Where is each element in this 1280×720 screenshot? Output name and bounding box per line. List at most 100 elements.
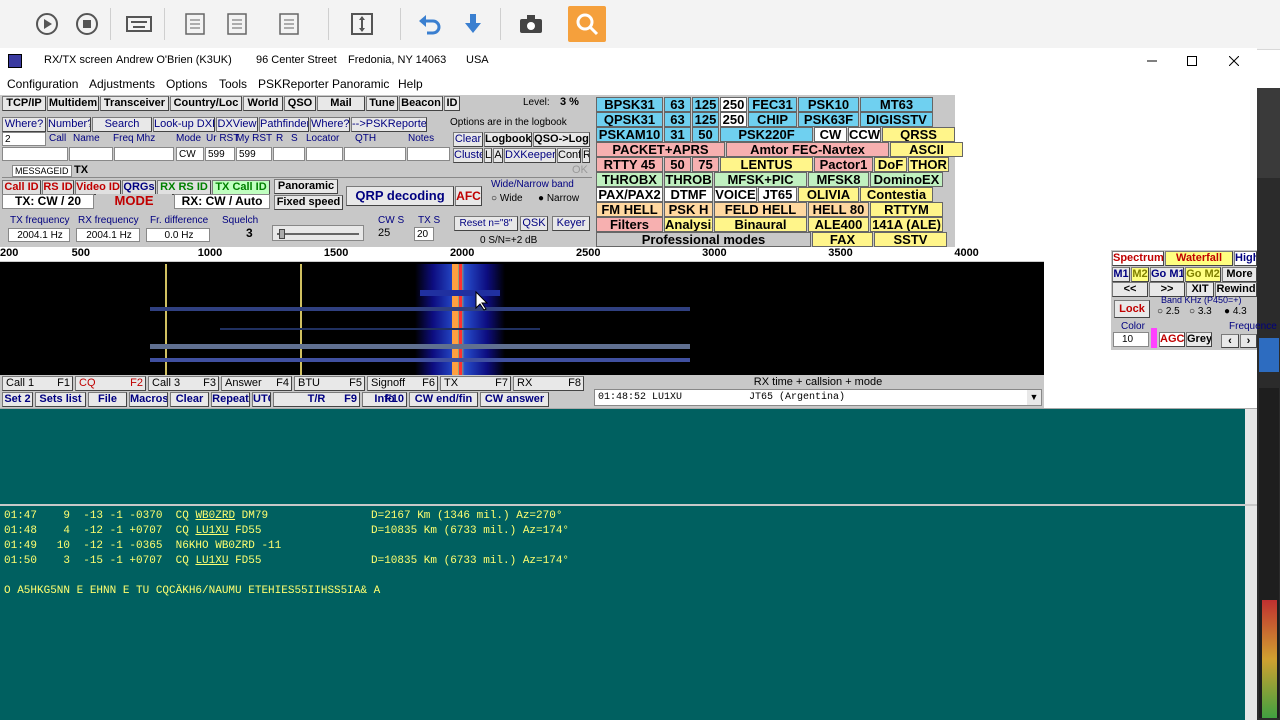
mode-chip-button[interactable]: CHIP: [748, 112, 797, 127]
tab-messageid[interactable]: MESSAGEID: [12, 165, 72, 177]
mode-mt63-button[interactable]: MT63: [860, 97, 933, 112]
mode-250-button[interactable]: 250: [720, 112, 747, 127]
rs-id-button[interactable]: RS ID: [42, 180, 74, 195]
agc-button[interactable]: AGC: [1159, 332, 1185, 347]
rs-field[interactable]: [273, 147, 305, 161]
freq-field[interactable]: [114, 147, 174, 161]
mode-63-button[interactable]: 63: [664, 112, 691, 127]
my-rst-field[interactable]: 599: [236, 147, 272, 161]
macro-rx-button[interactable]: RX F8: [513, 376, 584, 391]
country-loc-button[interactable]: Country/Loc: [170, 96, 242, 111]
conf-button[interactable]: Conf: [557, 148, 581, 163]
call-id-button[interactable]: Call ID: [2, 180, 41, 195]
macro-clear-button[interactable]: Clear: [170, 392, 209, 407]
qsk-button[interactable]: QSK: [520, 216, 548, 231]
fixed-speed-button[interactable]: Fixed speed: [274, 195, 343, 210]
beacon-button[interactable]: Beacon: [399, 96, 443, 111]
menu-options[interactable]: Options: [166, 77, 207, 91]
mode-ccw-button[interactable]: CCW: [848, 127, 881, 142]
mode-fm-hell-button[interactable]: FM HELL: [596, 202, 663, 217]
mode-rttym-button[interactable]: RTTYM: [870, 202, 943, 217]
keyer-button[interactable]: Keyer: [552, 216, 590, 231]
grey-button[interactable]: Grey: [1186, 332, 1212, 347]
qth-field[interactable]: [344, 147, 406, 161]
mode-fec31-button[interactable]: FEC31: [748, 97, 797, 112]
name-field[interactable]: [69, 147, 113, 161]
mode-thor-button[interactable]: THOR: [908, 157, 949, 172]
fit-icon[interactable]: [343, 6, 381, 42]
qrp-decoding-button[interactable]: QRP decoding: [346, 186, 454, 206]
mode-pax-pax2-button[interactable]: PAX/PAX2: [596, 187, 663, 202]
qso-log-button[interactable]: QSO->Log: [533, 132, 590, 147]
stop-icon[interactable]: [68, 6, 106, 42]
world-button[interactable]: World: [243, 96, 283, 111]
freq-left-button[interactable]: ‹: [1221, 334, 1239, 348]
mode-psk10-button[interactable]: PSK10: [798, 97, 859, 112]
mode-50-button[interactable]: 50: [692, 127, 719, 142]
dxkeeper-button[interactable]: DXKeeper: [504, 148, 556, 163]
where-button[interactable]: Where?: [2, 117, 46, 132]
mode-125-button[interactable]: 125: [692, 97, 719, 112]
lookup-dxk-button[interactable]: Look-up DXK: [153, 117, 215, 132]
mode-63-button[interactable]: 63: [664, 97, 691, 112]
m1-button[interactable]: M1: [1112, 267, 1130, 282]
mode-digisstv-button[interactable]: DIGISSTV: [860, 112, 933, 127]
mode-contestia-button[interactable]: Contestia: [860, 187, 933, 202]
qso-number[interactable]: 2: [2, 132, 46, 146]
macro-cw-end-fin-button[interactable]: CW end/fin: [409, 392, 478, 407]
tab-tx[interactable]: TX: [74, 164, 88, 176]
undo-icon[interactable]: [411, 6, 449, 42]
narrow-radio[interactable]: ● Narrow: [538, 193, 579, 204]
mode-141a-ale--button[interactable]: 141A (ALE): [870, 217, 943, 232]
maximize-button[interactable]: [1180, 50, 1204, 72]
download-icon[interactable]: [454, 6, 492, 42]
mode-binaural-button[interactable]: Binaural: [714, 217, 807, 232]
mode-mfsk-pic-button[interactable]: MFSK+PIC: [714, 172, 807, 187]
call-field[interactable]: [2, 147, 68, 161]
mode-field[interactable]: CW: [176, 147, 204, 161]
macro-file-button[interactable]: File: [88, 392, 127, 407]
macro-answer-button[interactable]: Answer F4: [221, 376, 292, 391]
lock-button[interactable]: Lock: [1114, 300, 1150, 318]
rx-callsign-dropdown[interactable]: 01:48:52 LU1XU JT65 (Argentina) ▼: [594, 389, 1042, 406]
number-button[interactable]: Number?: [47, 117, 91, 132]
waterfall-button[interactable]: Waterfall: [1165, 251, 1233, 266]
macro-set-2-button[interactable]: Set 2: [2, 392, 33, 407]
mode-psk-h-button[interactable]: PSK H: [664, 202, 713, 217]
mode-pskam10-button[interactable]: PSKAM10: [596, 127, 663, 142]
more-button[interactable]: More: [1222, 267, 1257, 282]
list-icon[interactable]: [218, 6, 256, 42]
color-spinner[interactable]: 10: [1113, 332, 1149, 347]
mode-dominoex-button[interactable]: DominoEX: [870, 172, 943, 187]
rx-text-area[interactable]: 01:47 9 -13 -1 -0370 CQ WB0ZRD DM79 D=216…: [0, 504, 1257, 720]
clear-log-button[interactable]: Clear: [453, 132, 483, 147]
pathfinder-button[interactable]: Pathfinder: [259, 117, 309, 132]
band-4-3-radio[interactable]: ● 4.3: [1224, 306, 1247, 317]
afc-button[interactable]: AFC: [455, 186, 482, 206]
wide-radio[interactable]: ○ Wide: [491, 193, 523, 204]
macro-utc-button[interactable]: UTC: [252, 392, 271, 407]
rx-callsign-link[interactable]: LU1XU: [195, 555, 228, 567]
tx-s-value[interactable]: 20: [414, 227, 434, 241]
list-icon[interactable]: [270, 6, 308, 42]
tx-call-id-button[interactable]: TX Call ID: [212, 180, 270, 195]
mode-feld-hell-button[interactable]: FELD HELL: [714, 202, 807, 217]
band-3-3-radio[interactable]: ○ 3.3: [1189, 306, 1212, 317]
panoramic-button[interactable]: Panoramic: [274, 179, 338, 194]
mode-packet-aprs-button[interactable]: PACKET+APRS: [596, 142, 725, 157]
macro-cq-button[interactable]: CQ F2: [75, 376, 146, 391]
menu-panoramic[interactable]: Panoramic: [332, 77, 389, 91]
mode-mfsk8-button[interactable]: MFSK8: [808, 172, 869, 187]
mode-throb-button[interactable]: THROB: [664, 172, 713, 187]
mode-dof-button[interactable]: DoF: [874, 157, 907, 172]
reset-button[interactable]: Reset n="8": [454, 216, 518, 231]
freq-right-button[interactable]: ›: [1240, 334, 1257, 348]
tx-scrollbar[interactable]: [1245, 409, 1257, 505]
qso-button[interactable]: QSO: [284, 96, 316, 111]
menu-pskreporter[interactable]: PSKReporter: [258, 77, 329, 91]
mode-throbx-button[interactable]: THROBX: [596, 172, 663, 187]
id-button[interactable]: ID: [444, 96, 460, 111]
mode-qpsk31-button[interactable]: QPSK31: [596, 112, 663, 127]
mode-bpsk31-button[interactable]: BPSK31: [596, 97, 663, 112]
macro-cw-answer-button[interactable]: CW answer: [480, 392, 549, 407]
